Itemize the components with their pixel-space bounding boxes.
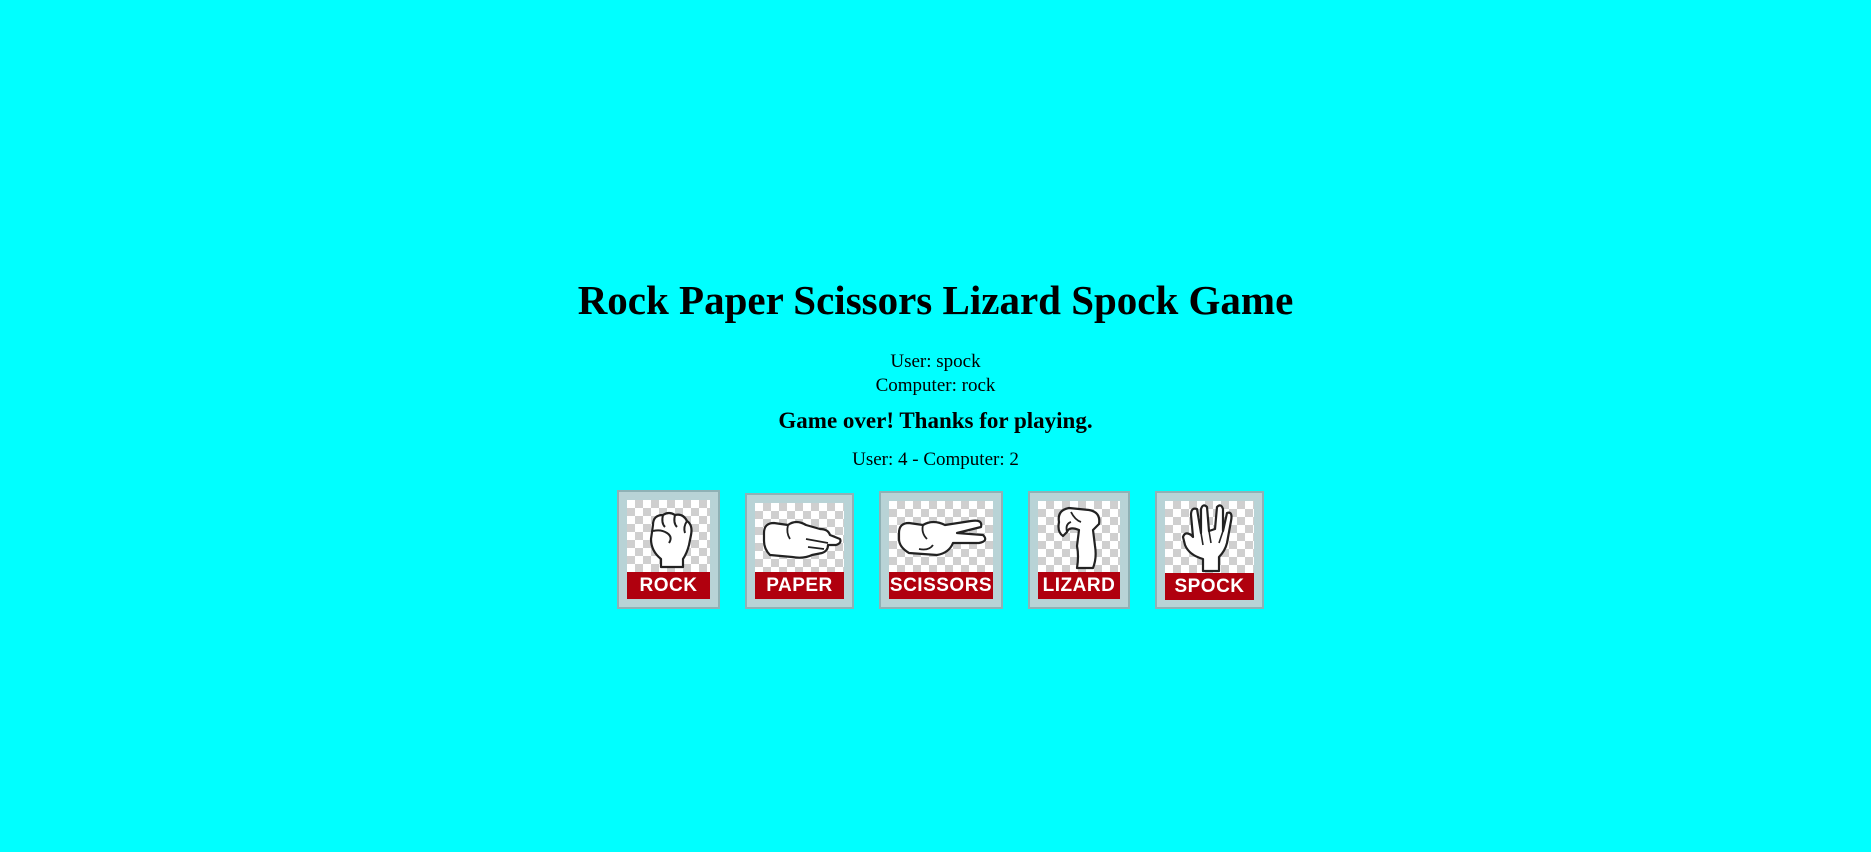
- paper-label: PAPER: [755, 572, 844, 599]
- lizard-card: LIZARD: [1038, 501, 1120, 599]
- page-title: Rock Paper Scissors Lizard Spock Game: [577, 277, 1294, 323]
- game-status-message: Game over! Thanks for playing.: [778, 408, 1093, 433]
- spock-card: SPOCK: [1165, 501, 1254, 600]
- open-hand-icon: [755, 503, 844, 572]
- scissors-button[interactable]: SCISSORS: [879, 491, 1003, 609]
- scissors-hand-icon: [889, 501, 993, 572]
- paper-card: PAPER: [755, 503, 844, 599]
- spock-label: SPOCK: [1165, 573, 1254, 600]
- rock-label: ROCK: [627, 572, 710, 599]
- rock-card: ROCK: [627, 500, 710, 599]
- fist-icon: [627, 500, 710, 572]
- scissors-card: SCISSORS: [889, 501, 993, 599]
- rock-button[interactable]: ROCK: [617, 490, 720, 609]
- lizard-button[interactable]: LIZARD: [1028, 491, 1130, 609]
- user-choice-text: User: spock: [890, 351, 981, 372]
- lizard-label: LIZARD: [1038, 572, 1120, 599]
- spock-button[interactable]: SPOCK: [1155, 491, 1264, 609]
- vulcan-salute-icon: [1165, 501, 1254, 573]
- score-text: User: 4 - Computer: 2: [852, 449, 1019, 470]
- paper-button[interactable]: PAPER: [745, 493, 854, 609]
- round-choices: User: spock Computer: rock: [0, 350, 1871, 398]
- lizard-hand-icon: [1038, 501, 1120, 572]
- scissors-label: SCISSORS: [889, 572, 993, 599]
- computer-choice-text: Computer: rock: [875, 375, 996, 396]
